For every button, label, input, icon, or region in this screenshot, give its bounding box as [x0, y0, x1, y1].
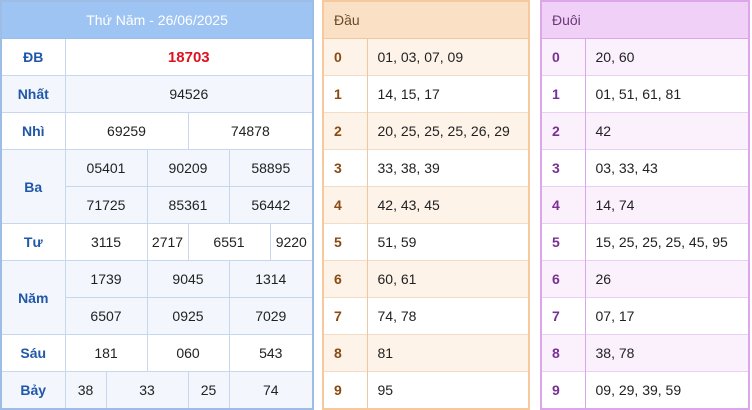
special-prize-number: 18703	[64, 38, 314, 76]
dau-value: 95	[367, 371, 529, 409]
dau-value: 20, 25, 25, 25, 26, 29	[367, 112, 529, 150]
second-prize-number: 74878	[187, 112, 314, 150]
dau-value: 33, 38, 39	[367, 149, 529, 187]
seventh-prize-number: 33	[105, 371, 189, 410]
dau-value: 14, 15, 17	[367, 75, 529, 113]
dau-key: 0	[323, 38, 368, 76]
third-prize-number: 71725	[64, 186, 148, 224]
fifth-prize-number: 1314	[228, 260, 314, 298]
fifth-prize-number: 1739	[64, 260, 148, 298]
fifth-prize-number: 9045	[146, 260, 230, 298]
duoi-value: 15, 25, 25, 25, 45, 95	[585, 223, 749, 261]
duoi-key: 9	[541, 371, 586, 409]
duoi-value: 20, 60	[585, 38, 749, 76]
seventh-prize-number: 74	[228, 371, 314, 410]
third-prize-number: 56442	[228, 186, 314, 224]
dau-key: 4	[323, 186, 368, 224]
duoi-value: 09, 29, 39, 59	[585, 371, 749, 409]
second-prize-number: 69259	[64, 112, 189, 150]
duoi-key: 7	[541, 297, 586, 335]
duoi-key: 4	[541, 186, 586, 224]
prize-label-fifth: Năm	[0, 260, 66, 335]
dau-key: 6	[323, 260, 368, 298]
duoi-value: 38, 78	[585, 334, 749, 372]
prize-label-seventh: Bảy	[0, 371, 66, 410]
prize-label-special: ĐB	[0, 38, 66, 76]
duoi-key: 2	[541, 112, 586, 150]
dau-value: 01, 03, 07, 09	[367, 38, 529, 76]
fourth-prize-number: 2717	[146, 223, 189, 261]
fifth-prize-number: 7029	[228, 297, 314, 335]
dau-value: 81	[367, 334, 529, 372]
dau-key: 9	[323, 371, 368, 409]
duoi-value: 42	[585, 112, 749, 150]
duoi-key: 6	[541, 260, 586, 298]
seventh-prize-number: 25	[187, 371, 230, 410]
third-prize-number: 85361	[146, 186, 230, 224]
dau-key: 2	[323, 112, 368, 150]
prize-label-third: Ba	[0, 149, 66, 224]
fourth-prize-number: 3115	[64, 223, 148, 261]
dau-key: 8	[323, 334, 368, 372]
dau-key: 7	[323, 297, 368, 335]
prize-label-second: Nhì	[0, 112, 66, 150]
duoi-key: 5	[541, 223, 586, 261]
sixth-prize-number: 181	[64, 334, 148, 372]
prize-label-sixth: Sáu	[0, 334, 66, 372]
third-prize-number: 90209	[146, 149, 230, 187]
dau-key: 3	[323, 149, 368, 187]
duoi-value: 03, 33, 43	[585, 149, 749, 187]
first-prize-number: 94526	[64, 75, 314, 113]
dau-key: 1	[323, 75, 368, 113]
third-prize-number: 05401	[64, 149, 148, 187]
fifth-prize-number: 6507	[64, 297, 148, 335]
dau-key: 5	[323, 223, 368, 261]
dau-value: 51, 59	[367, 223, 529, 261]
duoi-table: Đuôi 0 20, 60 1 01, 51, 61, 81 2 42 3 03, 33…	[540, 0, 750, 410]
duoi-value: 07, 17	[585, 297, 749, 335]
duoi-key: 0	[541, 38, 586, 76]
duoi-value: 01, 51, 61, 81	[585, 75, 749, 113]
sixth-prize-number: 060	[146, 334, 230, 372]
prize-label-fourth: Tư	[0, 223, 66, 261]
duoi-key: 3	[541, 149, 586, 187]
lottery-results-table: Thứ Năm - 26/06/2025 ĐB 18703 Nhất 94526…	[0, 0, 315, 410]
dau-table: Đầu 0 01, 03, 07, 09 1 14, 15, 17 2 20, 25,…	[322, 0, 530, 410]
fourth-prize-number: 9220	[269, 223, 314, 261]
dau-value: 42, 43, 45	[367, 186, 529, 224]
fifth-prize-number: 0925	[146, 297, 230, 335]
sixth-prize-number: 543	[228, 334, 314, 372]
results-title: Thứ Năm - 26/06/2025	[1, 1, 314, 39]
duoi-key: 8	[541, 334, 586, 372]
prize-label-first: Nhất	[0, 75, 66, 113]
third-prize-number: 58895	[228, 149, 314, 187]
dau-header: Đầu	[323, 1, 529, 39]
duoi-value: 14, 74	[585, 186, 749, 224]
dau-value: 60, 61	[367, 260, 529, 298]
dau-value: 74, 78	[367, 297, 529, 335]
fourth-prize-number: 6551	[187, 223, 271, 261]
seventh-prize-number: 38	[64, 371, 107, 410]
duoi-key: 1	[541, 75, 586, 113]
duoi-value: 26	[585, 260, 749, 298]
duoi-header: Đuôi	[541, 1, 749, 39]
